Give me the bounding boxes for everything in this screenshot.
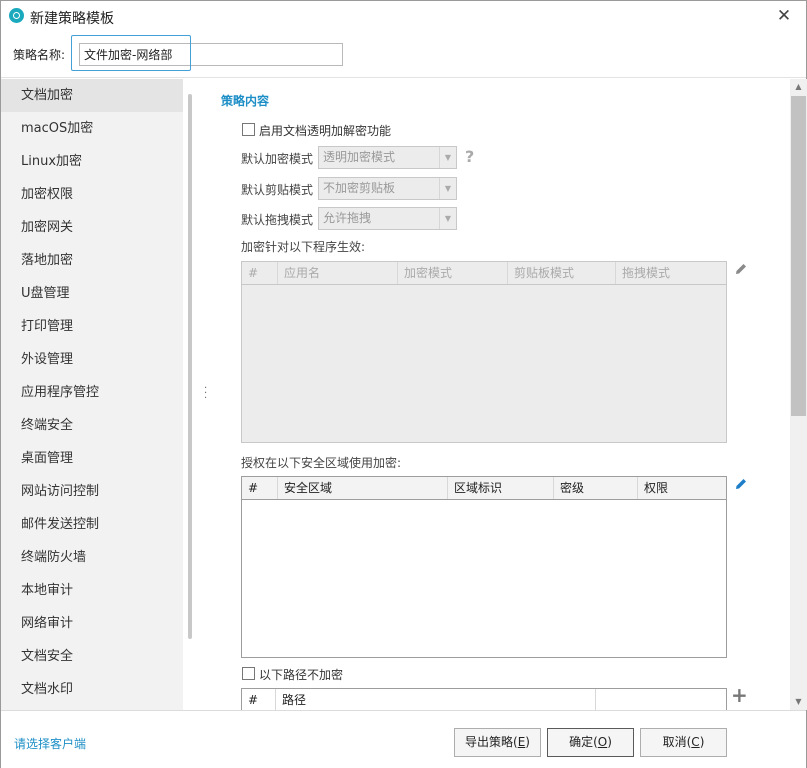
sidebar-item-network-audit[interactable]: 网络审计 — [1, 607, 183, 640]
encrypt-mode-select[interactable]: 透明加密模式 ▼ — [318, 146, 457, 169]
ok-button-key: O — [597, 735, 608, 749]
title-bar: 新建策略模板 ✕ — [1, 1, 806, 32]
encrypt-mode-label: 默认加密模式 — [241, 152, 314, 166]
sidebar-item-app-control[interactable]: 应用程序管控 — [1, 376, 183, 409]
category-sidebar: 文档加密 macOS加密 Linux加密 加密权限 加密网关 落地加密 U盘管理… — [1, 79, 183, 710]
chevron-down-icon: ▼ — [439, 178, 456, 199]
sidebar-item-endpoint-firewall[interactable]: 终端防火墙 — [1, 541, 183, 574]
scroll-up-icon[interactable]: ▲ — [790, 79, 807, 95]
column-header[interactable]: 路径 — [276, 689, 596, 710]
programs-table-label: 加密针对以下程序生效: — [241, 240, 366, 254]
clipboard-mode-select[interactable]: 不加密剪贴板 ▼ — [318, 177, 457, 200]
sidebar-scrollbar[interactable] — [188, 94, 192, 639]
cancel-button-key: C — [691, 735, 700, 749]
paths-table[interactable]: # 路径 — [241, 688, 727, 710]
paths-table-header: # 路径 — [242, 689, 726, 710]
help-icon[interactable]: ? — [465, 147, 474, 166]
splitter-handle[interactable]: · · · — [204, 384, 207, 404]
column-header[interactable]: 加密模式 — [398, 262, 508, 284]
zones-table[interactable]: # 安全区域 区域标识 密级 权限 — [241, 476, 727, 658]
edit-zones-icon[interactable] — [734, 477, 748, 491]
sidebar-item-encrypt-permission[interactable]: 加密权限 — [1, 178, 183, 211]
column-header[interactable]: 应用名 — [278, 262, 398, 284]
sidebar-item-endpoint-security[interactable]: 终端安全 — [1, 409, 183, 442]
app-logo-icon — [9, 8, 24, 23]
cancel-button[interactable]: 取消(C) — [640, 728, 727, 757]
programs-table-header: # 应用名 加密模式 剪贴板模式 拖拽模式 — [242, 262, 726, 285]
ok-button-close: ) — [607, 735, 612, 749]
policy-name-label: 策略名称: — [13, 48, 66, 62]
close-icon[interactable]: ✕ — [773, 6, 795, 26]
encrypt-mode-value: 透明加密模式 — [323, 150, 396, 164]
exclude-paths-label: 以下路径不加密 — [259, 668, 344, 682]
export-button-text: 导出策略( — [465, 735, 518, 749]
sidebar-item-encrypt-gateway[interactable]: 加密网关 — [1, 211, 183, 244]
content-scrollbar[interactable]: ▲ ▼ — [790, 79, 807, 710]
dialog-footer: 请选择客户端 导出策略(E) 确定(O) 取消(C) — [1, 710, 806, 768]
clipboard-mode-value: 不加密剪贴板 — [323, 181, 396, 195]
add-path-icon[interactable]: + — [731, 683, 748, 707]
sidebar-item-local-audit[interactable]: 本地审计 — [1, 574, 183, 607]
sidebar-item-peripheral-management[interactable]: 外设管理 — [1, 343, 183, 376]
column-header[interactable]: 密级 — [554, 477, 638, 499]
zones-table-label: 授权在以下安全区域使用加密: — [241, 456, 402, 470]
section-title: 策略内容 — [221, 94, 270, 108]
edit-programs-icon[interactable] — [734, 262, 748, 276]
column-header[interactable]: # — [242, 689, 276, 710]
drag-mode-value: 允许拖拽 — [323, 211, 372, 225]
export-policy-button[interactable]: 导出策略(E) — [454, 728, 541, 757]
column-header[interactable]: 拖拽模式 — [616, 262, 726, 284]
sidebar-item-desktop-management[interactable]: 桌面管理 — [1, 442, 183, 475]
sidebar-item-doc-watermark[interactable]: 文档水印 — [1, 673, 183, 706]
ok-button-text: 确定( — [569, 735, 598, 749]
cancel-button-text: 取消( — [662, 735, 692, 749]
column-header[interactable]: 剪贴板模式 — [508, 262, 616, 284]
chevron-down-icon: ▼ — [439, 147, 456, 168]
sidebar-item-usb-management[interactable]: U盘管理 — [1, 277, 183, 310]
drag-mode-select[interactable]: 允许拖拽 ▼ — [318, 207, 457, 230]
dialog-window: 新建策略模板 ✕ 策略名称: 文档加密 macOS加密 Linux加密 加密权限… — [0, 0, 807, 768]
chevron-down-icon: ▼ — [439, 208, 456, 229]
cancel-button-close: ) — [699, 735, 705, 749]
export-button-close: ) — [525, 735, 530, 749]
select-client-link[interactable]: 请选择客户端 — [14, 735, 86, 752]
sidebar-item-doc-encrypt[interactable]: 文档加密 — [1, 79, 183, 112]
sidebar-item-linux-encrypt[interactable]: Linux加密 — [1, 145, 183, 178]
zones-table-header: # 安全区域 区域标识 密级 权限 — [242, 477, 726, 500]
drag-mode-label: 默认拖拽模式 — [241, 213, 314, 227]
enable-encrypt-label: 启用文档透明加解密功能 — [259, 124, 392, 138]
enable-encrypt-checkbox[interactable] — [242, 123, 255, 136]
policy-name-bar: 策略名称: — [1, 32, 806, 78]
column-header[interactable]: 区域标识 — [448, 477, 554, 499]
sidebar-item-print-management[interactable]: 打印管理 — [1, 310, 183, 343]
programs-table[interactable]: # 应用名 加密模式 剪贴板模式 拖拽模式 — [241, 261, 727, 443]
column-header[interactable]: 安全区域 — [278, 477, 448, 499]
column-header[interactable]: 权限 — [638, 477, 726, 499]
scroll-thumb[interactable] — [791, 96, 806, 416]
policy-content-panel: 策略内容 启用文档透明加解密功能 默认加密模式 透明加密模式 ▼ ? 默认剪贴模… — [209, 79, 789, 710]
scroll-down-icon[interactable]: ▼ — [790, 694, 807, 710]
sidebar-item-web-access-control[interactable]: 网站访问控制 — [1, 475, 183, 508]
sidebar-item-doc-security[interactable]: 文档安全 — [1, 640, 183, 673]
sidebar-item-mail-control[interactable]: 邮件发送控制 — [1, 508, 183, 541]
ok-button[interactable]: 确定(O) — [547, 728, 634, 757]
sidebar-item-macos-encrypt[interactable]: macOS加密 — [1, 112, 183, 145]
column-header[interactable]: # — [242, 477, 278, 499]
exclude-paths-checkbox[interactable] — [242, 667, 255, 680]
window-title: 新建策略模板 — [30, 11, 114, 27]
policy-name-input[interactable] — [79, 43, 343, 66]
sidebar-item-landing-encrypt[interactable]: 落地加密 — [1, 244, 183, 277]
column-header[interactable]: # — [242, 262, 278, 284]
clipboard-mode-label: 默认剪贴模式 — [241, 183, 314, 197]
